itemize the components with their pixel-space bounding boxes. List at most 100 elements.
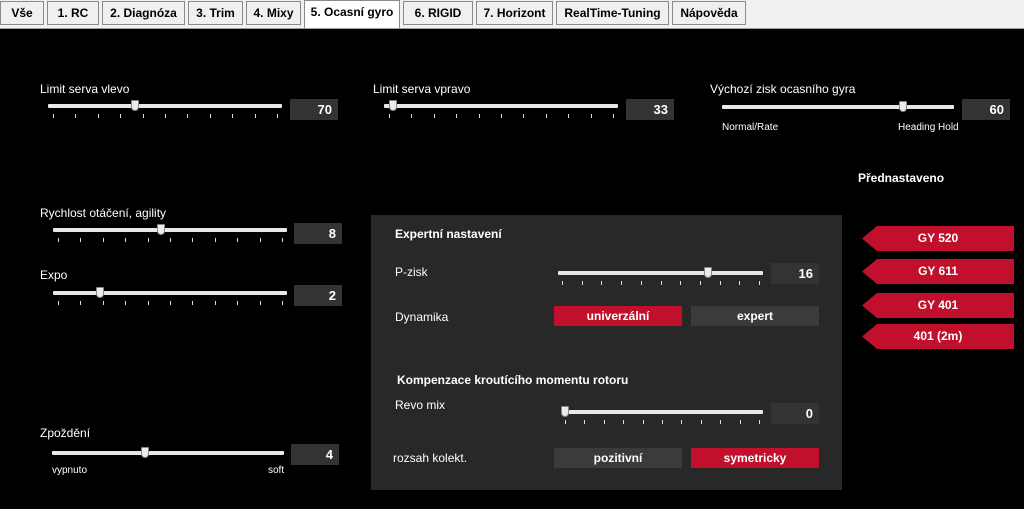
slider-tick — [603, 420, 605, 424]
slider-tick — [720, 420, 722, 424]
slider-tick — [147, 301, 149, 305]
p-gain-value[interactable]: 16 — [771, 263, 819, 284]
slider-tick — [640, 281, 642, 285]
limit-right-value[interactable]: 33 — [626, 99, 674, 120]
limit-left-label: Limit serva vlevo — [40, 82, 130, 96]
slider-tick — [170, 238, 171, 242]
tab-trim[interactable]: 3. Trim — [188, 1, 243, 25]
limit-left-value[interactable]: 70 — [290, 99, 338, 120]
slider-tick — [739, 420, 741, 424]
tab-realtime-tuning[interactable]: RealTime-Tuning — [556, 1, 669, 25]
delay-value[interactable]: 4 — [291, 444, 339, 465]
revo-mix-label: Revo mix — [395, 398, 446, 412]
slider-tick — [80, 301, 82, 305]
slider-tick — [237, 301, 239, 305]
preset-401-2m-button[interactable]: 401 (2m) — [862, 324, 1014, 349]
compensation-title: Kompenzace kroutícího momentu rotoru — [397, 373, 629, 387]
revo-mix-value[interactable]: 0 — [771, 403, 819, 424]
default-gain-value[interactable]: 60 — [962, 99, 1010, 120]
collective-range-label: rozsah kolekt. — [393, 451, 468, 465]
slider-tick — [568, 114, 570, 118]
delay-slider[interactable] — [52, 446, 284, 466]
slider-tick — [758, 420, 760, 424]
limit-left-slider[interactable] — [48, 99, 282, 119]
expert-settings-panel: Expertní nastavení P-zisk 16 Dynamika un… — [371, 215, 842, 490]
tab-help[interactable]: Nápověda — [672, 1, 746, 25]
slider-tick — [187, 114, 189, 118]
presets-title: Přednastaveno — [858, 171, 945, 185]
limit-right-slider[interactable] — [384, 99, 618, 119]
slider-tick — [102, 301, 104, 305]
slider-tick — [739, 281, 741, 285]
slider-thumb[interactable] — [561, 406, 570, 417]
default-gain-right-caption: Heading Hold — [898, 122, 959, 133]
slider-thumb[interactable] — [389, 100, 398, 111]
slider-tick — [456, 114, 458, 118]
p-gain-slider[interactable] — [558, 266, 763, 286]
tab-bar: Vše 1. RC 2. Diagnóza 3. Trim 4. Mixy 5.… — [0, 0, 1024, 29]
revo-mix-slider[interactable] — [561, 405, 763, 425]
default-gain-slider[interactable] — [722, 100, 954, 120]
slider-tick — [97, 114, 99, 118]
slider-tick — [719, 281, 721, 285]
slider-tick — [621, 281, 623, 285]
dynamics-universal-button[interactable]: univerzální — [554, 306, 682, 326]
slider-tick — [523, 114, 525, 118]
dynamics-expert-button[interactable]: expert — [691, 306, 819, 326]
slider-thumb[interactable] — [156, 224, 165, 235]
slider-tick — [681, 420, 683, 424]
tab-diagnosis[interactable]: 2. Diagnóza — [102, 1, 185, 25]
agility-label: Rychlost otáčení, agility — [40, 206, 167, 220]
expo-slider[interactable] — [53, 286, 287, 306]
slider-tick — [232, 114, 234, 118]
slider-tick — [433, 114, 435, 118]
slider-tick — [562, 281, 564, 285]
slider-tick — [565, 420, 567, 424]
slider-tick — [584, 420, 586, 424]
slider-thumb[interactable] — [703, 267, 712, 278]
slider-thumb[interactable] — [898, 101, 907, 112]
agility-value[interactable]: 8 — [294, 223, 342, 244]
slider-tick — [214, 301, 216, 305]
limit-right-label: Limit serva vpravo — [373, 82, 471, 96]
preset-gy611-button[interactable]: GY 611 — [862, 259, 1014, 284]
tab-tail-gyro[interactable]: 5. Ocasní gyro — [304, 0, 400, 28]
agility-slider[interactable] — [53, 223, 287, 243]
slider-tick — [52, 114, 54, 118]
preset-gy520-button[interactable]: GY 520 — [862, 226, 1014, 251]
slider-thumb[interactable] — [130, 100, 139, 111]
slider-thumb[interactable] — [140, 447, 149, 458]
slider-tick — [192, 238, 194, 242]
slider-tick — [680, 281, 682, 285]
expo-label: Expo — [40, 268, 68, 282]
tab-rigid[interactable]: 6. RIGID — [403, 1, 473, 25]
slider-tick — [411, 114, 413, 118]
delay-left-caption: vypnuto — [52, 465, 88, 476]
collective-symmetric-button[interactable]: symetricky — [691, 448, 819, 468]
slider-tick — [237, 238, 239, 242]
slider-tick — [478, 114, 480, 118]
collective-positive-button[interactable]: pozitivní — [554, 448, 682, 468]
slider-tick — [700, 420, 702, 424]
tab-horizon[interactable]: 7. Horizont — [476, 1, 553, 25]
delay-right-caption: soft — [268, 465, 285, 476]
slider-tick — [699, 281, 701, 285]
tab-all[interactable]: Vše — [0, 1, 44, 25]
dynamics-label: Dynamika — [395, 310, 449, 324]
slider-tick — [601, 281, 603, 285]
slider-tick — [254, 114, 256, 118]
slider-tick — [545, 114, 547, 118]
preset-gy401-button[interactable]: GY 401 — [862, 293, 1014, 318]
expo-value[interactable]: 2 — [294, 285, 342, 306]
slider-tick — [142, 114, 144, 118]
default-gain-label: Výchozí zisk ocasního gyra — [710, 82, 856, 96]
tab-rc[interactable]: 1. RC — [47, 1, 99, 25]
slider-thumb[interactable] — [95, 287, 104, 298]
slider-tick — [259, 238, 261, 242]
slider-tick — [192, 301, 194, 305]
slider-tick — [120, 114, 122, 118]
slider-tick — [282, 301, 284, 305]
slider-tick — [501, 114, 502, 118]
tab-mixes[interactable]: 4. Mixy — [246, 1, 301, 25]
slider-tick — [57, 301, 59, 305]
